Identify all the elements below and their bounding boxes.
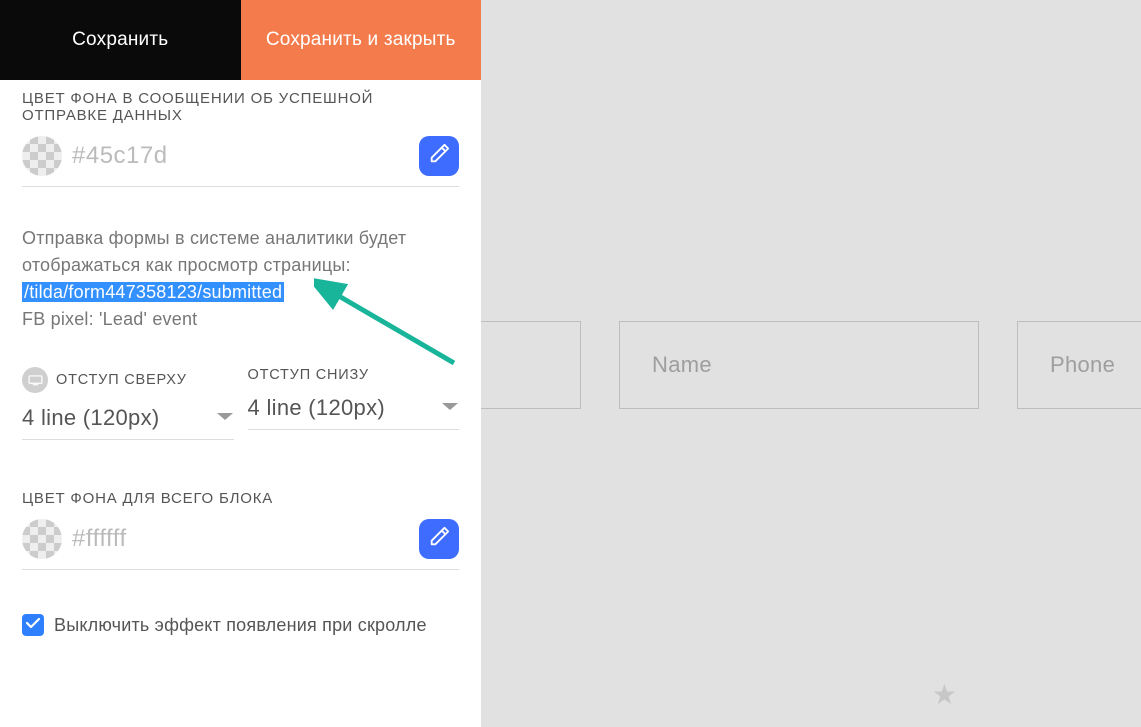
preview-phone-field[interactable] — [1017, 321, 1141, 409]
chevron-down-icon — [441, 399, 459, 417]
analytics-info: Отправка формы в системе аналитики будет… — [22, 225, 459, 333]
analytics-fb-pixel: FB pixel: 'Lead' event — [22, 306, 459, 333]
color-picker-button[interactable] — [419, 136, 459, 176]
save-button[interactable]: Сохранить — [0, 0, 241, 80]
analytics-line1: Отправка формы в системе аналитики будет — [22, 225, 459, 252]
disable-animation-row[interactable]: Выключить эффект появления при скролле — [22, 614, 459, 636]
eyedropper-icon — [428, 526, 450, 553]
padding-top-col: ОТСТУП СВЕРХУ 4 line (120px) — [22, 367, 234, 440]
padding-top-label-row: ОТСТУП СВЕРХУ — [22, 367, 234, 393]
analytics-path-highlight: /tilda/form447358123/submitted — [22, 282, 284, 302]
padding-top-label: ОТСТУП СВЕРХУ — [56, 372, 187, 388]
eyedropper-icon — [428, 143, 450, 170]
checkmark-icon — [26, 616, 40, 634]
header-tabs: Сохранить Сохранить и закрыть — [0, 0, 481, 80]
settings-sidebar: Сохранить Сохранить и закрыть ЦВЕТ ФОНА … — [0, 0, 481, 727]
padding-row: ОТСТУП СВЕРХУ 4 line (120px) ОТСТУП СНИЗ… — [22, 367, 459, 440]
chevron-down-icon — [216, 409, 234, 427]
padding-bottom-value: 4 line (120px) — [248, 395, 386, 421]
disable-animation-label: Выключить эффект появления при скролле — [54, 615, 427, 636]
padding-bottom-col: ОТСТУП СНИЗУ 4 line (120px) — [248, 367, 460, 440]
block-bg-color-row — [22, 517, 459, 570]
desktop-icon — [22, 367, 48, 393]
settings-panel: ЦВЕТ ФОНА В СООБЩЕНИИ ОБ УСПЕШНОЙ ОТПРАВ… — [0, 80, 481, 727]
padding-bottom-label-row: ОТСТУП СНИЗУ — [248, 367, 460, 383]
analytics-line2: отображаться как просмотр страницы: — [22, 252, 459, 279]
success-bg-color-input[interactable] — [72, 142, 409, 170]
transparent-swatch-icon — [22, 519, 62, 559]
block-bg-color-input[interactable] — [72, 525, 409, 553]
padding-top-select[interactable]: 4 line (120px) — [22, 405, 234, 440]
block-bg-section: ЦВЕТ ФОНА ДЛЯ ВСЕГО БЛОКА — [22, 490, 459, 570]
padding-top-value: 4 line (120px) — [22, 405, 160, 431]
app-root: Сохранить Сохранить и закрыть ЦВЕТ ФОНА … — [0, 0, 1141, 727]
save-and-close-button[interactable]: Сохранить и закрыть — [241, 0, 482, 80]
padding-bottom-label: ОТСТУП СНИЗУ — [248, 367, 369, 383]
transparent-swatch-icon — [22, 136, 62, 176]
padding-bottom-select[interactable]: 4 line (120px) — [248, 395, 460, 430]
color-picker-button[interactable] — [419, 519, 459, 559]
preview-name-field[interactable] — [619, 321, 979, 409]
success-bg-color-row — [22, 134, 459, 187]
disable-animation-checkbox[interactable] — [22, 614, 44, 636]
success-bg-color-label: ЦВЕТ ФОНА В СООБЩЕНИИ ОБ УСПЕШНОЙ ОТПРАВ… — [22, 90, 459, 124]
star-icon: ★ — [932, 678, 957, 711]
block-bg-label: ЦВЕТ ФОНА ДЛЯ ВСЕГО БЛОКА — [22, 490, 459, 507]
preview-canvas: ★ — [481, 0, 1141, 727]
